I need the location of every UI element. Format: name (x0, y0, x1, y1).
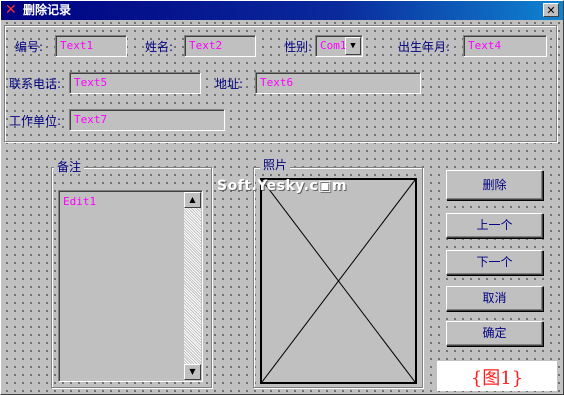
photo-group-title: 照片 (260, 158, 291, 172)
figure-caption-box: {图1} (437, 361, 557, 391)
site-watermark: Soft.Yesky.c▣m (217, 178, 348, 194)
chevron-down-icon[interactable]: ▼ (345, 37, 361, 55)
birth-textbox[interactable]: Text4 (463, 35, 547, 57)
delete-button[interactable]: 删除 (446, 170, 543, 200)
gender-combobox-value: Com1 (320, 39, 347, 52)
window-title: 删除记录 (23, 3, 72, 17)
phone-textbox[interactable]: Text5 (69, 72, 201, 94)
notes-memo-text: Edit1 (63, 195, 97, 208)
next-button[interactable]: 下一个 (446, 250, 543, 275)
notes-scrollbar[interactable]: ▲ ▼ (184, 192, 201, 380)
workplace-textbox[interactable]: Text7 (69, 109, 225, 131)
gender-label: 性别: (284, 40, 313, 54)
notes-memo[interactable]: Edit1 ▲ ▼ (58, 190, 203, 382)
close-button[interactable]: ✕ (543, 3, 559, 17)
ok-button[interactable]: 确定 (446, 321, 543, 346)
scroll-down-icon[interactable]: ▼ (184, 364, 201, 380)
scroll-up-icon[interactable]: ▲ (184, 192, 201, 208)
phone-label: 联系电话: (9, 77, 62, 91)
cancel-button[interactable]: 取消 (446, 286, 543, 311)
image-placeholder-icon (261, 179, 416, 383)
address-label: 地址: (215, 77, 244, 91)
figure-caption: {图1} (470, 368, 524, 389)
delete-record-window: ✕ 删除记录 ✕ 编号: Text1 姓名: Text2 性别: Com1 ▼ … (0, 0, 564, 395)
previous-button[interactable]: 上一个 (446, 213, 543, 238)
name-textbox[interactable]: Text2 (184, 35, 256, 57)
red-x-icon: ✕ (5, 2, 17, 18)
birth-label: 出生年月: (398, 40, 451, 54)
workplace-label: 工作单位: (9, 114, 62, 128)
notes-group-title: 备注 (54, 160, 85, 174)
id-textbox[interactable]: Text1 (55, 35, 127, 57)
name-label: 姓名: (145, 40, 174, 54)
gender-combobox[interactable]: Com1 ▼ (315, 35, 363, 57)
id-label: 编号: (15, 40, 44, 54)
title-bar[interactable]: ✕ 删除记录 ✕ (1, 1, 563, 20)
photo-image-placeholder (260, 178, 417, 384)
address-textbox[interactable]: Text6 (255, 72, 421, 94)
